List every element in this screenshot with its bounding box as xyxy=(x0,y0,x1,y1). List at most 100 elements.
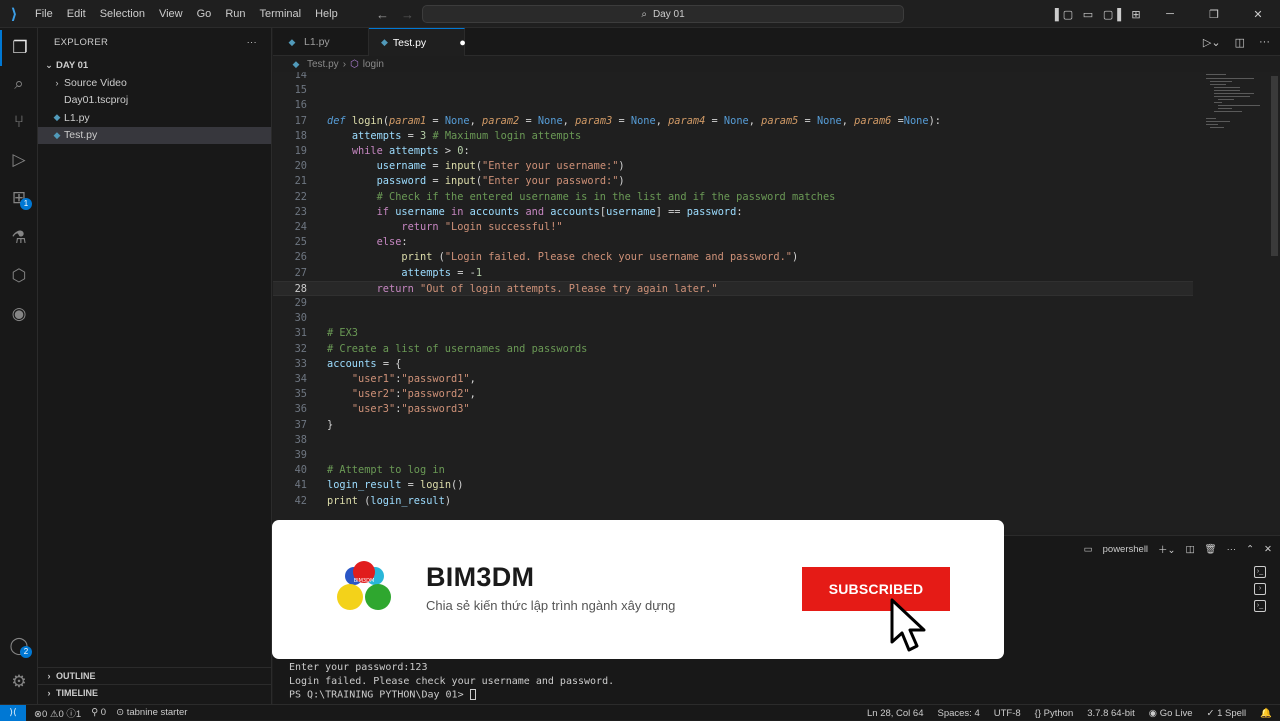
maximize-panel-icon[interactable]: ⌃ xyxy=(1246,544,1254,555)
run-python-icon[interactable]: ▷⌄ xyxy=(1203,36,1221,49)
restore-icon[interactable]: ❐ xyxy=(1192,8,1236,21)
close-icon[interactable]: ✕ xyxy=(1236,8,1280,21)
ports-status[interactable]: ⚲ 0 xyxy=(91,707,106,718)
code-line[interactable]: 26 print ("Login failed. Please check yo… xyxy=(273,250,1193,265)
code-line[interactable]: 34 "user1":"password1", xyxy=(273,372,1193,387)
breadcrumb-file[interactable]: Test.py xyxy=(307,59,339,70)
code-line[interactable]: 37} xyxy=(273,418,1193,433)
code-line[interactable]: 35 "user2":"password2", xyxy=(273,387,1193,402)
indentation[interactable]: Spaces: 4 xyxy=(938,708,980,719)
tab-l1-py[interactable]: ◆ L1.py xyxy=(273,28,369,56)
code-line[interactable]: 16 xyxy=(273,98,1193,113)
breadcrumb-symbol[interactable]: login xyxy=(363,59,384,70)
code-line[interactable]: 19 while attempts > 0: xyxy=(273,144,1193,159)
code-line[interactable]: 27 attempts = -1 xyxy=(273,266,1193,281)
language-mode[interactable]: {} Python xyxy=(1035,708,1074,719)
menu-terminal[interactable]: Terminal xyxy=(253,0,309,28)
menu-help[interactable]: Help xyxy=(308,0,345,28)
tree-item-test-py[interactable]: ◆ Test.py xyxy=(38,126,271,144)
terminal-instance-icon[interactable]: › xyxy=(1254,583,1266,595)
go-live-button[interactable]: ◉ Go Live xyxy=(1149,708,1193,719)
code-line[interactable]: 20 username = input("Enter your username… xyxy=(273,159,1193,174)
menu-edit[interactable]: Edit xyxy=(60,0,93,28)
tabnine-status[interactable]: ⊙ tabnine starter xyxy=(116,707,187,718)
code-line[interactable]: 31 # EX3 xyxy=(273,326,1193,341)
search-icon[interactable]: ⌕ xyxy=(0,66,38,102)
toggle-sidebar-icon[interactable]: ▌▢ xyxy=(1052,8,1076,21)
timeline-section[interactable]: › TIMELINE xyxy=(38,684,272,701)
code-line[interactable]: 24 return "Login successful!" xyxy=(273,220,1193,235)
code-line[interactable]: 39 xyxy=(273,448,1193,463)
menu-file[interactable]: File xyxy=(28,0,60,28)
problems-status[interactable]: ⊗0 ⚠0 ⓘ1 xyxy=(34,706,81,720)
minimap[interactable] xyxy=(1198,72,1278,132)
new-terminal-icon[interactable]: ＋⌄ xyxy=(1158,542,1175,556)
outline-section[interactable]: › OUTLINE xyxy=(38,667,272,684)
unsaved-dot-icon[interactable]: ● xyxy=(459,37,466,49)
code-editor[interactable]: 14 15 16 17 def login(param1 = None, param2 … xyxy=(273,72,1280,532)
more-actions-icon[interactable]: ··· xyxy=(247,37,257,48)
code-line[interactable]: 23 if username in accounts and accounts[… xyxy=(273,205,1193,220)
toggle-panel-icon[interactable]: ▭ xyxy=(1076,8,1100,21)
scrollbar-thumb[interactable] xyxy=(1271,76,1278,256)
code-line[interactable]: 14 xyxy=(273,72,1193,83)
python-interpreter[interactable]: 3.7.8 64-bit xyxy=(1087,708,1135,719)
tree-item-tscproj[interactable]: Day01.tscproj xyxy=(38,92,271,110)
source-control-icon[interactable]: ⑂ xyxy=(0,104,38,140)
menu-run[interactable]: Run xyxy=(218,0,252,28)
remote-explorer-icon[interactable]: ⬡ xyxy=(0,258,38,294)
extensions-icon[interactable]: ⊞ 1 xyxy=(0,180,38,216)
tree-item-source-video[interactable]: › Source Video xyxy=(38,74,271,92)
kill-terminal-icon[interactable]: 🗑 xyxy=(1205,544,1217,555)
menu-view[interactable]: View xyxy=(152,0,190,28)
code-line[interactable]: 17 def login(param1 = None, param2 = None… xyxy=(273,114,1193,129)
code-line[interactable]: 18 attempts = 3 # Maximum login attempts xyxy=(273,129,1193,144)
customize-layout-icon[interactable]: ⊞ xyxy=(1124,8,1148,21)
split-terminal-icon[interactable]: ◫ xyxy=(1186,544,1195,555)
minimize-icon[interactable]: ─ xyxy=(1148,8,1192,20)
terminal-instance-icon[interactable]: ›_ xyxy=(1254,600,1266,612)
code-line[interactable]: 15 xyxy=(273,83,1193,98)
testing-icon[interactable]: ⚗ xyxy=(0,220,38,256)
remote-indicator-icon[interactable]: ⟩⟨ xyxy=(0,704,26,721)
code-line[interactable]: 40 # Attempt to log in xyxy=(273,463,1193,478)
git-graph-icon[interactable]: ◉ xyxy=(0,296,38,332)
forward-arrow-icon[interactable]: → xyxy=(401,7,414,22)
close-panel-icon[interactable]: ✕ xyxy=(1264,544,1272,555)
code-line[interactable]: 28 return "Out of login attempts. Please… xyxy=(273,280,1193,296)
settings-gear-icon[interactable]: ⚙ xyxy=(0,664,38,700)
code-line[interactable]: 41 login_result = login() xyxy=(273,478,1193,493)
more-actions-icon[interactable]: ··· xyxy=(1227,544,1237,555)
more-actions-icon[interactable]: ··· xyxy=(1259,36,1270,48)
workspace-folder[interactable]: ⌄ DAY 01 xyxy=(38,56,271,74)
code-line[interactable]: 36 "user3":"password3" xyxy=(273,402,1193,417)
run-debug-icon[interactable]: ▷ xyxy=(0,142,38,178)
terminal-prompt[interactable]: PS Q:\TRAINING PYTHON\Day 01> xyxy=(289,689,476,701)
terminal-instance-icon[interactable]: ›_ xyxy=(1254,566,1266,578)
code-line[interactable]: 21 password = input("Enter your password… xyxy=(273,174,1193,189)
explorer-icon[interactable]: ❐ xyxy=(0,30,38,66)
menu-go[interactable]: Go xyxy=(190,0,219,28)
accounts-icon[interactable]: ◯ 2 xyxy=(0,628,38,664)
editor-scrollbar[interactable] xyxy=(1270,72,1280,532)
encoding[interactable]: UTF-8 xyxy=(994,708,1021,719)
cursor-position[interactable]: Ln 28, Col 64 xyxy=(867,708,924,719)
tree-item-l1-py[interactable]: ◆ L1.py xyxy=(38,109,271,127)
menu-selection[interactable]: Selection xyxy=(93,0,152,28)
code-line[interactable]: 22 # Check if the entered username is in… xyxy=(273,190,1193,205)
code-line[interactable]: 33 accounts = { xyxy=(273,357,1193,372)
tab-test-py[interactable]: ◆ Test.py ● xyxy=(369,28,466,56)
split-editor-icon[interactable]: ◫ xyxy=(1235,36,1245,49)
code-line[interactable]: 25 else: xyxy=(273,235,1193,250)
spell-status[interactable]: ✓ 1 Spell xyxy=(1206,708,1246,719)
code-line[interactable]: 38 xyxy=(273,433,1193,448)
notifications-bell-icon[interactable]: 🔔 xyxy=(1260,708,1272,719)
code-line[interactable]: 29 xyxy=(273,296,1193,311)
code-line[interactable]: 30 xyxy=(273,311,1193,326)
back-arrow-icon[interactable]: ← xyxy=(376,7,389,22)
code-line[interactable]: 42 print (login_result) xyxy=(273,494,1193,509)
terminal-shell-label[interactable]: powershell xyxy=(1103,544,1148,555)
toggle-secondary-sidebar-icon[interactable]: ▢▐ xyxy=(1100,8,1124,21)
code-line[interactable]: 32 # Create a list of usernames and passw… xyxy=(273,342,1193,357)
command-center[interactable]: ⌕ Day 01 xyxy=(422,5,904,23)
